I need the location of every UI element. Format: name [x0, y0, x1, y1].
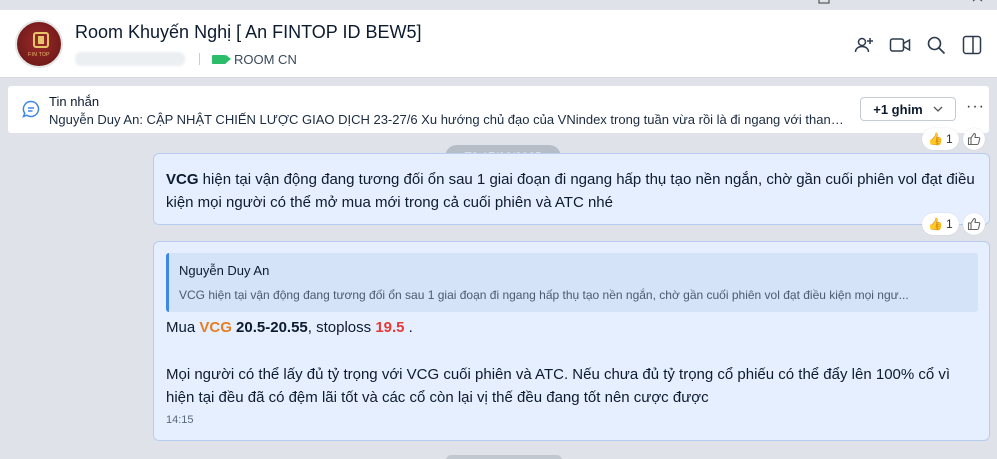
date-separator-partial [446, 455, 562, 459]
message-text: VCG hiện tại vận động đang tương đối ổn … [166, 168, 978, 214]
avatar-logo-text: FIN TOP [28, 52, 50, 58]
like-button[interactable] [963, 213, 985, 235]
close-icon[interactable] [972, 0, 984, 9]
reaction-count: 1 [945, 217, 953, 231]
quote-text: VCG hiện tại vận động đang tương đối ổn … [179, 288, 909, 302]
pinned-count-label: +1 ghim [873, 101, 923, 117]
minimize-icon[interactable] [926, 0, 938, 9]
search-icon[interactable] [925, 34, 947, 56]
buy-range: 20.5-20.55 [231, 319, 308, 336]
message-icon [22, 100, 40, 118]
tag-icon [212, 54, 231, 64]
ticker-label: VCG [166, 171, 199, 188]
thumbs-up-emoji-icon: 👍 [928, 132, 943, 146]
like-button[interactable] [963, 128, 985, 150]
sidebar-toggle-icon[interactable] [961, 34, 983, 56]
reaction-summary[interactable]: 👍 1 [922, 213, 959, 235]
message-time: 14:15 [166, 414, 194, 426]
pinned-count-button[interactable]: +1 ghim [860, 97, 956, 121]
buy-recommendation: Mua VCG 20.5-20.55, stoploss 19.5 . [166, 319, 413, 336]
thumbs-up-icon [967, 217, 981, 231]
buy-mid: , stoploss [307, 319, 376, 336]
header-actions [853, 34, 983, 56]
chevron-down-icon [933, 106, 943, 112]
divider [199, 53, 200, 65]
video-call-icon[interactable] [889, 34, 911, 56]
chat-title[interactable]: Room Khuyến Nghị [ An FINTOP ID BEW5] [75, 22, 421, 43]
more-options-button[interactable]: ··· [966, 98, 985, 116]
message-paragraph: Mọi người có thể lấy đủ tỷ trọng với VCG… [166, 366, 951, 406]
add-member-icon[interactable] [853, 34, 875, 56]
pinned-title: Tin nhắn [49, 94, 100, 109]
chat-header: FIN TOP Room Khuyến Nghị [ An FINTOP ID … [0, 10, 997, 78]
restore-icon[interactable] [818, 0, 830, 9]
message-body: hiện tại vận động đang tương đối ổn sau … [166, 171, 975, 211]
blurred-member-name [75, 52, 185, 66]
pinned-text[interactable]: Nguyễn Duy An: CẬP NHẬT CHIẾN LƯỢC GIAO … [49, 112, 849, 127]
buy-prefix: Mua [166, 319, 200, 336]
quote-author: Nguyễn Duy An [179, 263, 270, 278]
thumbs-up-emoji-icon: 👍 [928, 217, 943, 231]
stoploss-value: 19.5 [375, 319, 405, 336]
reaction-summary[interactable]: 👍 1 [922, 128, 959, 150]
message-bubble[interactable]: VCG hiện tại vận động đang tương đối ổn … [153, 153, 990, 225]
message-bubble[interactable]: Nguyễn Duy An VCG hiện tại vận động đang… [153, 241, 990, 441]
window-title-strip [0, 0, 997, 10]
reaction-count: 1 [945, 132, 953, 146]
thumbs-up-icon [967, 132, 981, 146]
buy-ticker: VCG [199, 319, 232, 336]
chat-subtitle: ROOM CN [75, 50, 297, 68]
buy-end: . [404, 319, 413, 336]
quoted-message[interactable]: Nguyễn Duy An VCG hiện tại vận động đang… [166, 253, 978, 312]
room-tag-label[interactable]: ROOM CN [234, 52, 297, 67]
pinned-message-bar[interactable]: Tin nhắn Nguyễn Duy An: CẬP NHẬT CHIẾN L… [8, 86, 989, 133]
group-avatar[interactable]: FIN TOP [15, 20, 63, 68]
logo-icon [33, 32, 49, 48]
